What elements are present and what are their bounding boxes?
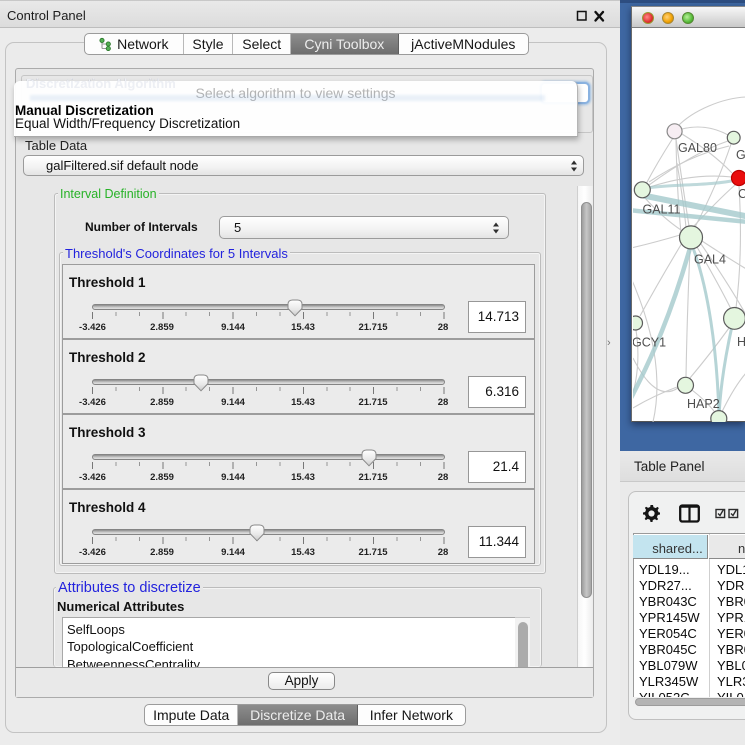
svg-text:GCY1: GCY1: [633, 336, 666, 350]
svg-text:G: G: [736, 148, 745, 162]
svg-text:C: C: [738, 187, 745, 201]
svg-text:GAL80: GAL80: [678, 141, 717, 155]
svg-text:H: H: [737, 335, 745, 349]
svg-text:GAL4: GAL4: [694, 253, 726, 267]
svg-text:HAP2: HAP2: [687, 397, 720, 411]
svg-text:GAL11: GAL11: [643, 203, 681, 217]
